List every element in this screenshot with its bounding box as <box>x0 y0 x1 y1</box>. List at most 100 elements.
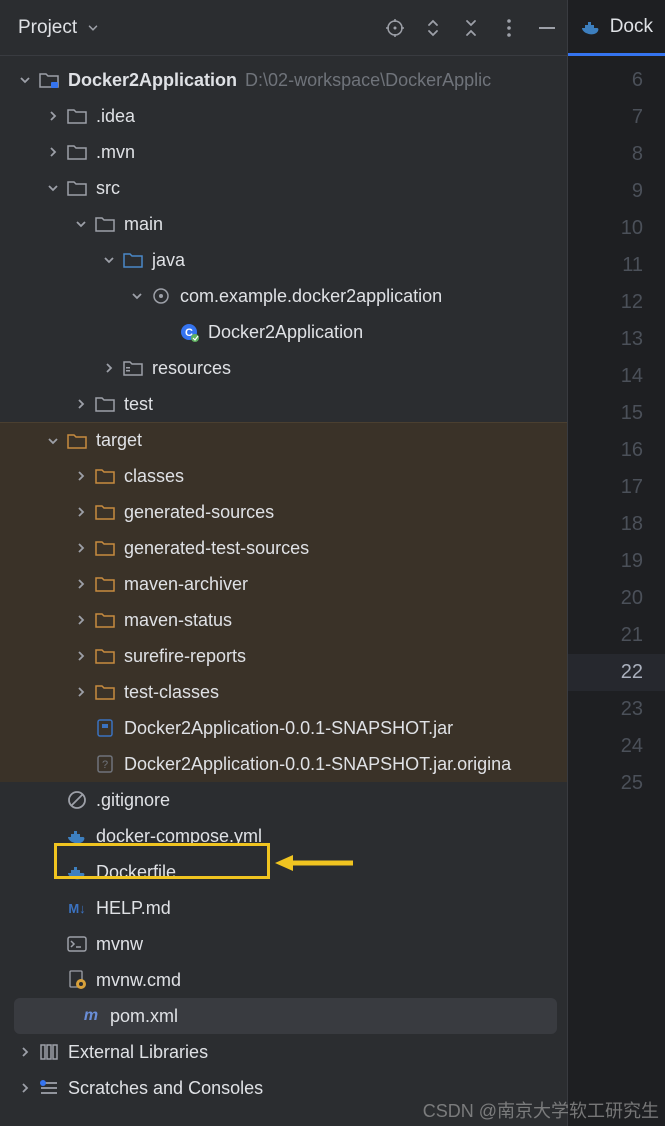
tree-item-mvnw[interactable]: mvnw <box>0 926 567 962</box>
chevron-down-icon <box>128 287 146 305</box>
terminal-icon <box>66 933 88 955</box>
chevron-right-icon <box>72 647 90 665</box>
line-number[interactable]: 15 <box>568 395 665 432</box>
docker-icon <box>66 825 88 847</box>
tree-label: docker-compose.yml <box>96 826 262 847</box>
target-icon[interactable] <box>385 18 405 38</box>
line-number[interactable]: 19 <box>568 543 665 580</box>
tree-label: External Libraries <box>68 1042 208 1063</box>
tree-label: com.example.docker2application <box>180 286 442 307</box>
tree-item-test-classes[interactable]: test-classes <box>0 674 567 710</box>
tree-item-scratches[interactable]: Scratches and Consoles <box>0 1070 567 1106</box>
tree-item-mvnw-cmd[interactable]: mvnw.cmd <box>0 962 567 998</box>
tree-item-jar-original[interactable]: ? Docker2Application-0.0.1-SNAPSHOT.jar.… <box>0 746 567 782</box>
folder-icon <box>66 141 88 163</box>
tree-item-docker-compose[interactable]: docker-compose.yml <box>0 818 567 854</box>
tree-item-mvn[interactable]: .mvn <box>0 134 567 170</box>
chevron-right-icon <box>72 539 90 557</box>
line-number[interactable]: 8 <box>568 136 665 173</box>
tree-item-classes[interactable]: classes <box>0 458 567 494</box>
line-number[interactable]: 23 <box>568 691 665 728</box>
source-folder-icon <box>122 249 144 271</box>
line-number[interactable]: 25 <box>568 765 665 802</box>
line-number[interactable]: 17 <box>568 469 665 506</box>
chevron-right-icon <box>72 683 90 701</box>
line-number[interactable]: 6 <box>568 62 665 99</box>
excluded-folder-icon <box>94 681 116 703</box>
tree-item-test[interactable]: test <box>0 386 567 422</box>
tree-label: Docker2Application <box>208 322 363 343</box>
package-icon <box>150 285 172 307</box>
tree-item-resources[interactable]: resources <box>0 350 567 386</box>
chevron-right-icon <box>16 1079 34 1097</box>
tree-label: .gitignore <box>96 790 170 811</box>
more-icon[interactable] <box>499 18 519 38</box>
tree-item-dockerfile[interactable]: Dockerfile <box>0 854 567 890</box>
excluded-folder-icon <box>94 645 116 667</box>
chevron-down-icon <box>44 432 62 450</box>
excluded-folder-icon <box>94 573 116 595</box>
line-number[interactable]: 7 <box>568 99 665 136</box>
project-title[interactable]: Project <box>18 17 77 39</box>
line-number[interactable]: 20 <box>568 580 665 617</box>
editor-tab[interactable]: Dock <box>568 0 665 56</box>
maven-icon: m <box>80 1005 102 1027</box>
tree-item-package[interactable]: com.example.docker2application <box>0 278 567 314</box>
tree-item-src[interactable]: src <box>0 170 567 206</box>
tree-item-idea[interactable]: .idea <box>0 98 567 134</box>
tree-label: test <box>124 394 153 415</box>
tree-item-jar[interactable]: Docker2Application-0.0.1-SNAPSHOT.jar <box>0 710 567 746</box>
resources-folder-icon <box>122 357 144 379</box>
tree-label: main <box>124 214 163 235</box>
tree-item-gitignore[interactable]: .gitignore <box>0 782 567 818</box>
tree-item-main[interactable]: main <box>0 206 567 242</box>
line-number[interactable]: 10 <box>568 210 665 247</box>
line-number[interactable]: 11 <box>568 247 665 284</box>
tree-item-pom[interactable]: m pom.xml <box>14 998 557 1034</box>
line-number[interactable]: 9 <box>568 173 665 210</box>
tree-label: generated-test-sources <box>124 538 309 559</box>
expand-icon[interactable] <box>423 18 443 38</box>
chevron-right-icon <box>72 503 90 521</box>
tree-item-target[interactable]: target <box>0 422 567 458</box>
tree-label: surefire-reports <box>124 646 246 667</box>
line-number[interactable]: 21 <box>568 617 665 654</box>
chevron-down-icon[interactable] <box>83 18 103 38</box>
tree-item-external-libs[interactable]: External Libraries <box>0 1034 567 1070</box>
excluded-folder-icon <box>94 537 116 559</box>
tree-item-help-md[interactable]: M↓ HELP.md <box>0 890 567 926</box>
tree-label: generated-sources <box>124 502 274 523</box>
tree-root[interactable]: Docker2Application D:\02-workspace\Docke… <box>0 62 567 98</box>
line-number[interactable]: 22 <box>568 654 665 691</box>
tree-label: java <box>152 250 185 271</box>
line-number[interactable]: 24 <box>568 728 665 765</box>
unknown-file-icon: ? <box>94 753 116 775</box>
chevron-down-icon <box>44 179 62 197</box>
tree-item-gen-sources[interactable]: generated-sources <box>0 494 567 530</box>
tree-label: .idea <box>96 106 135 127</box>
line-number[interactable]: 13 <box>568 321 665 358</box>
tree-item-java[interactable]: java <box>0 242 567 278</box>
chevron-right-icon <box>72 575 90 593</box>
line-number[interactable]: 16 <box>568 432 665 469</box>
minimize-icon[interactable] <box>537 18 557 38</box>
tree-label: Dockerfile <box>96 862 176 883</box>
folder-icon <box>66 105 88 127</box>
tree-item-maven-archiver[interactable]: maven-archiver <box>0 566 567 602</box>
excluded-folder-icon <box>94 465 116 487</box>
docker-icon <box>66 861 88 883</box>
chevron-right-icon <box>72 395 90 413</box>
folder-icon <box>66 177 88 199</box>
excluded-folder-icon <box>94 501 116 523</box>
tree-item-gen-test-sources[interactable]: generated-test-sources <box>0 530 567 566</box>
tree-label: mvnw <box>96 934 143 955</box>
line-number[interactable]: 18 <box>568 506 665 543</box>
line-number[interactable]: 14 <box>568 358 665 395</box>
tree-item-app-class[interactable]: C Docker2Application <box>0 314 567 350</box>
tree-item-maven-status[interactable]: maven-status <box>0 602 567 638</box>
collapse-icon[interactable] <box>461 18 481 38</box>
tree-item-surefire[interactable]: surefire-reports <box>0 638 567 674</box>
tree-label: target <box>96 430 142 451</box>
chevron-right-icon <box>72 611 90 629</box>
line-number[interactable]: 12 <box>568 284 665 321</box>
